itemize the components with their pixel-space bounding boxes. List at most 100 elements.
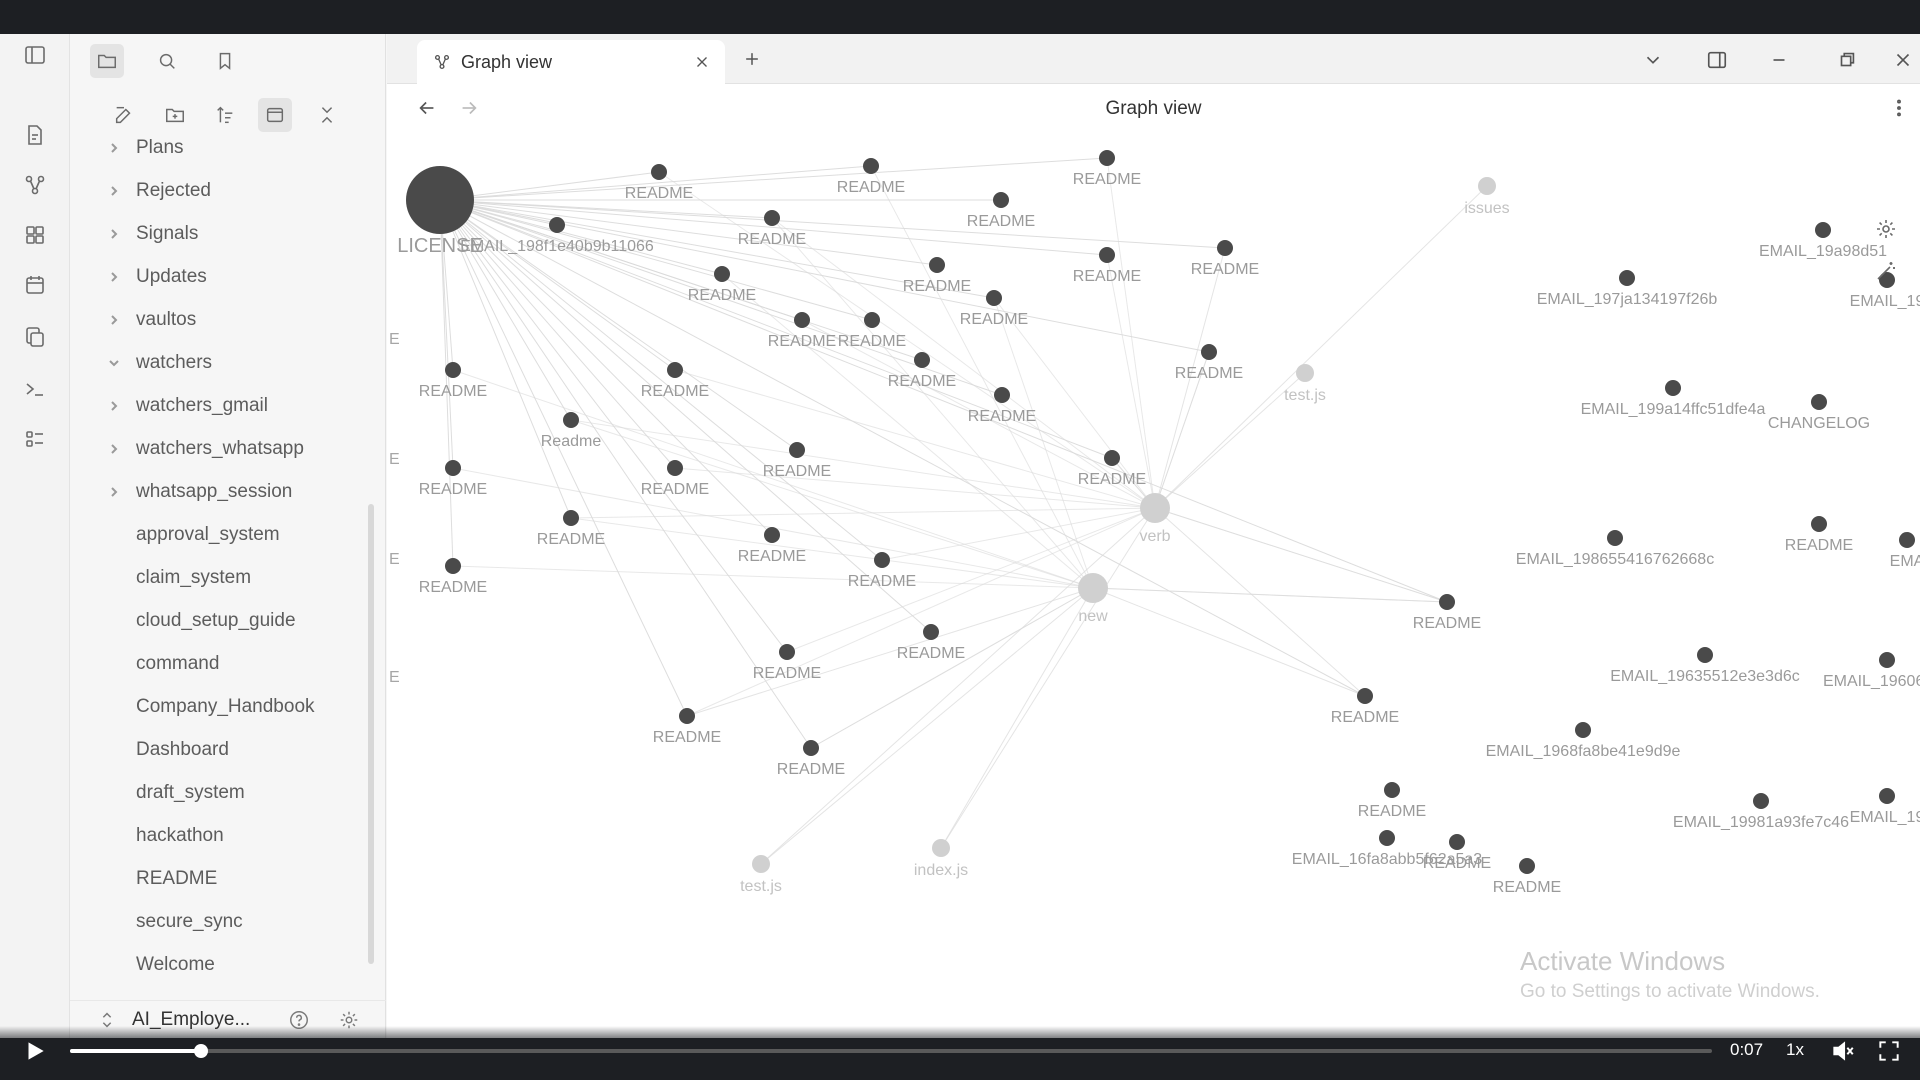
graph-node[interactable]	[1811, 394, 1827, 410]
graph-node[interactable]	[914, 352, 930, 368]
sidebar-toggle-icon[interactable]	[20, 40, 50, 70]
magic-wand-icon[interactable]	[1871, 256, 1901, 286]
graph-node[interactable]	[549, 217, 565, 233]
graph-node[interactable]	[1384, 782, 1400, 798]
graph-node[interactable]	[1078, 573, 1108, 603]
graph-node[interactable]	[1879, 788, 1895, 804]
graph-node[interactable]	[874, 552, 890, 568]
graph-node[interactable]	[794, 312, 810, 328]
graph-node[interactable]	[1815, 222, 1831, 238]
graph-node[interactable]	[1697, 647, 1713, 663]
chevron-right-icon[interactable]	[100, 396, 128, 416]
graph-node[interactable]	[764, 210, 780, 226]
tree-folder[interactable]: watchers_gmail	[100, 388, 370, 424]
graph-node[interactable]	[1449, 834, 1465, 850]
tree-folder[interactable]: Rejected	[100, 173, 370, 209]
restore-icon[interactable]	[1833, 46, 1861, 74]
graph-node[interactable]	[1811, 516, 1827, 532]
graph-node[interactable]	[445, 558, 461, 574]
new-note-icon[interactable]	[107, 98, 141, 132]
new-folder-icon[interactable]	[158, 98, 192, 132]
graph-node[interactable]	[406, 166, 474, 234]
graph-canvas[interactable]: LICENSE EMAIL_198f1e40b9b11066 README READM…	[387, 130, 1920, 1038]
tree-folder[interactable]: Plans	[100, 138, 370, 166]
graph-node[interactable]	[1104, 450, 1120, 466]
graph-node[interactable]	[445, 460, 461, 476]
blocks-icon[interactable]	[20, 220, 50, 250]
graph-node[interactable]	[563, 412, 579, 428]
tab-list-chevron-icon[interactable]	[1639, 46, 1667, 74]
chevron-right-icon[interactable]	[100, 482, 128, 502]
graph-node[interactable]	[1296, 364, 1314, 382]
graph-node[interactable]	[863, 158, 879, 174]
graph-node[interactable]	[1619, 270, 1635, 286]
graph-node[interactable]	[1217, 240, 1233, 256]
graph-node[interactable]	[1478, 177, 1496, 195]
tree-file[interactable]: README	[100, 861, 370, 897]
graph-node[interactable]	[563, 510, 579, 526]
more-options-icon[interactable]	[1885, 94, 1913, 122]
graph-node[interactable]	[651, 164, 667, 180]
graph-node[interactable]	[667, 362, 683, 378]
chevron-right-icon[interactable]	[100, 181, 128, 201]
sort-icon[interactable]	[208, 98, 242, 132]
graph-node[interactable]	[1379, 830, 1395, 846]
fullscreen-icon[interactable]	[1876, 1038, 1904, 1066]
close-tab-icon[interactable]	[691, 51, 713, 73]
graph-node[interactable]	[445, 362, 461, 378]
graph-node[interactable]	[1357, 688, 1373, 704]
graph-node[interactable]	[803, 740, 819, 756]
graph-node[interactable]	[1607, 530, 1623, 546]
tree-folder[interactable]: whatsapp_session	[100, 474, 370, 510]
tree-file[interactable]: secure_sync	[100, 904, 370, 940]
tab-graph-view[interactable]: Graph view	[417, 40, 725, 84]
copy-icon[interactable]	[20, 322, 50, 352]
playback-speed-button[interactable]: 1x	[1786, 1040, 1804, 1060]
graph-node[interactable]	[1099, 247, 1115, 263]
graph-node[interactable]	[789, 442, 805, 458]
graph-node[interactable]	[1575, 722, 1591, 738]
tree-folder[interactable]: Signals	[100, 216, 370, 252]
graph-node[interactable]	[679, 708, 695, 724]
chevron-right-icon[interactable]	[100, 310, 128, 330]
tree-file[interactable]: Dashboard	[100, 732, 370, 768]
graph-node[interactable]	[779, 644, 795, 660]
graph-node[interactable]	[923, 624, 939, 640]
collapse-all-icon[interactable]	[310, 98, 344, 132]
graph-node[interactable]	[1879, 652, 1895, 668]
chevron-right-icon[interactable]	[100, 267, 128, 287]
graph-node[interactable]	[752, 855, 770, 873]
minimize-icon[interactable]	[1765, 46, 1793, 74]
graph-node[interactable]	[1753, 793, 1769, 809]
list-icon[interactable]	[20, 424, 50, 454]
graph-node[interactable]	[1899, 532, 1915, 548]
tree-folder[interactable]: vaultos	[100, 302, 370, 338]
graph-node[interactable]	[1439, 594, 1455, 610]
graph-svg[interactable]: LICENSEEMAIL_198f1e40b9b11066README READM…	[387, 130, 1920, 1038]
graph-node[interactable]	[864, 312, 880, 328]
tree-file[interactable]: claim_system	[100, 560, 370, 596]
tree-file[interactable]: hackathon	[100, 818, 370, 854]
tree-file[interactable]: approval_system	[100, 517, 370, 553]
graph-node[interactable]	[932, 839, 950, 857]
graph-settings-gear-icon[interactable]	[1871, 214, 1901, 244]
tree-file[interactable]: cloud_setup_guide	[100, 603, 370, 639]
terminal-icon[interactable]	[20, 374, 50, 404]
tree-folder[interactable]: watchers_whatsapp	[100, 431, 370, 467]
right-sidebar-toggle-icon[interactable]	[1703, 46, 1731, 74]
auto-reveal-icon[interactable]	[258, 98, 292, 132]
chevron-down-icon[interactable]	[100, 353, 128, 373]
graph-node[interactable]	[667, 460, 683, 476]
play-icon[interactable]	[22, 1038, 50, 1066]
mute-icon[interactable]	[1830, 1038, 1858, 1066]
tree-folder[interactable]: watchers	[100, 345, 370, 381]
tree-folder[interactable]: Updates	[100, 259, 370, 295]
graph-node[interactable]	[993, 192, 1009, 208]
bookmark-icon[interactable]	[208, 44, 242, 78]
graph-node[interactable]	[986, 290, 1002, 306]
chevron-right-icon[interactable]	[100, 439, 128, 459]
search-icon[interactable]	[150, 44, 184, 78]
graph-node[interactable]	[714, 266, 730, 282]
graph-node[interactable]	[1519, 858, 1535, 874]
graph-node[interactable]	[1140, 493, 1170, 523]
